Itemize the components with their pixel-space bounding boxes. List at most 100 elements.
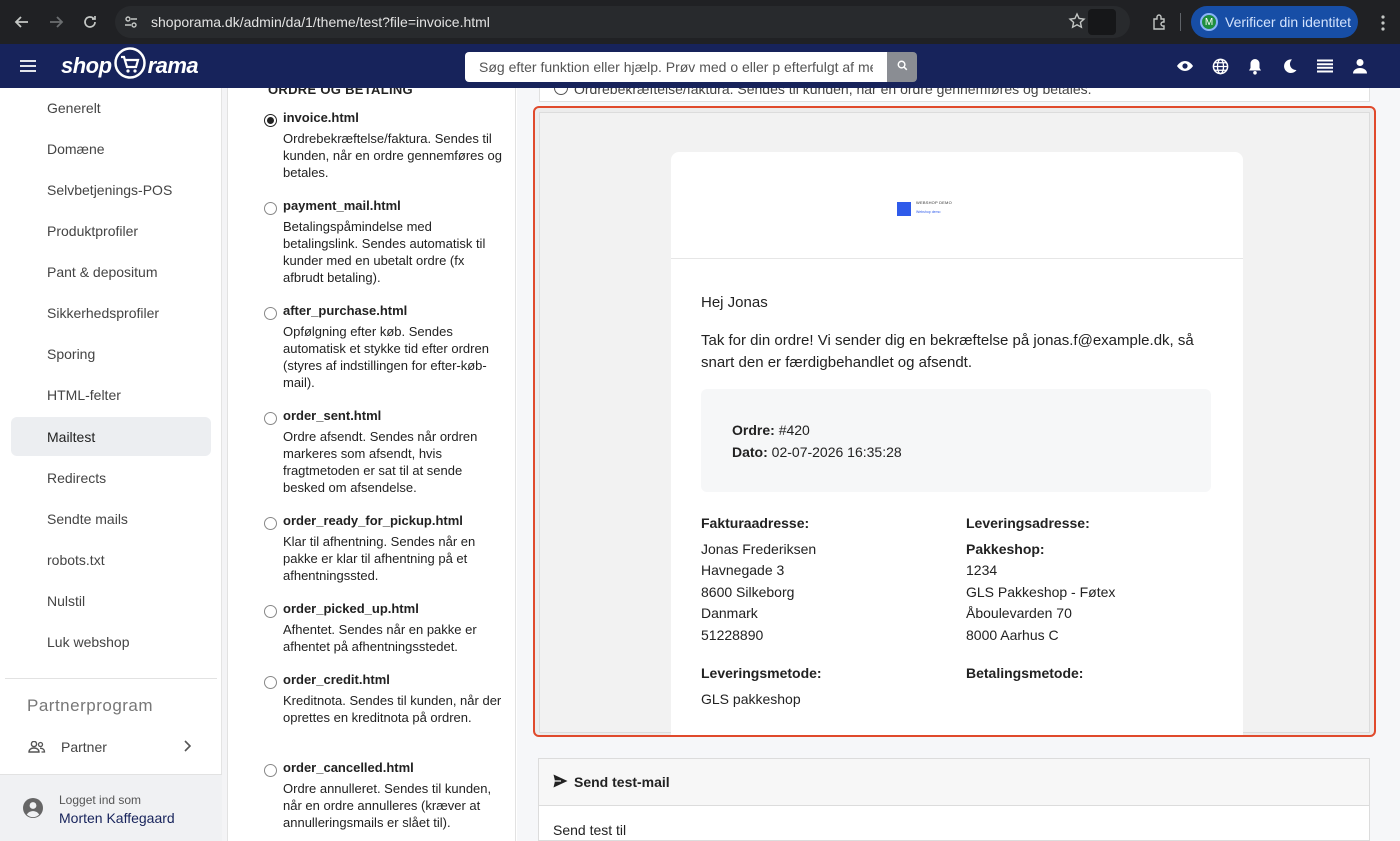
template-name: order_picked_up.html [283,601,419,616]
template-desc: Ordre annulleret. Sendes til kunden, når… [283,781,492,830]
account-circle-icon [22,797,44,824]
template-list: ORDRE OG BETALING invoice.html Ordrebekr… [229,88,516,841]
sidebar-item-label: Redirects [47,469,107,486]
reload-icon[interactable] [73,5,107,39]
email-logo-area: WEBSHOP DEMO Webshop demo [671,152,1243,259]
send-to-label: Send test til [553,822,627,838]
sidebar-item-label: Luk webshop [47,633,130,650]
sidebar-item-domaene[interactable]: Domæne [11,129,211,168]
sidebar-item-label: Pant & depositum [47,263,158,280]
sidebar-item-luk-webshop[interactable]: Luk webshop [11,622,211,661]
people-icon [13,741,61,753]
sidebar-item-label: Sendte mails [47,510,128,527]
order-date-row: Dato: 02-07-2026 16:35:28 [732,444,902,460]
template-radio[interactable] [264,202,277,215]
info-circle-icon [554,88,568,95]
send-test-mail-header: Send test-mail [539,759,1369,806]
template-name: order_ready_for_pickup.html [283,513,463,528]
search-input[interactable] [465,52,887,82]
sidebar-item-robots-txt[interactable]: robots.txt [11,540,211,579]
template-desc: Betalingspåmindelse med betalingslink. S… [283,219,486,285]
delivery-value: GLS pakkeshop [701,690,801,707]
billing-line: Danmark [701,605,758,621]
sidebar-item-label: Domæne [47,140,105,157]
verify-label: Verificer din identitet [1225,14,1352,30]
address-bar[interactable]: shoporama.dk/admin/da/1/theme/test?file=… [115,6,1130,38]
sidebar-item-mailtest[interactable]: Mailtest [11,417,211,456]
billing-line: Jonas Frederiksen [701,540,817,557]
search-button[interactable] [887,52,917,82]
menu-icon[interactable] [16,54,40,78]
shoporama-logo[interactable]: shop rama [61,46,199,86]
globe-icon[interactable] [1208,54,1232,78]
order-summary-box: Ordre: #420 Dato: 02-07-2026 16:35:28 [701,389,1211,492]
sidebar-item-redirects[interactable]: Redirects [11,458,211,497]
logged-in-box: Logget ind som Morten Kaffegaard [0,774,222,841]
header-search [465,52,917,82]
sidebar-item-html-felter[interactable]: HTML-felter [11,375,211,414]
bell-icon[interactable] [1243,54,1267,78]
billing-heading: Fakturaadresse: [701,515,810,531]
billing-address: Fakturaadresse: Jonas Frederiksen Havneg… [701,513,816,646]
order-number-row: Ordre: #420 [732,422,810,438]
bookmark-star-icon[interactable] [1068,12,1086,35]
email-greeting: Hej Jonas [701,294,768,311]
template-radio[interactable] [264,307,277,320]
verify-identity-button[interactable]: M Verificer din identitet [1191,6,1358,38]
url-text[interactable]: shoporama.dk/admin/da/1/theme/test?file=… [151,14,490,30]
template-group-heading: ORDRE OG BETALING [268,88,413,97]
template-desc: Klar til afhentning. Sendes når en pakke… [283,534,476,583]
layers-icon[interactable] [1313,54,1337,78]
email-thanks: Tak for din ordre! Vi sender dig en bekr… [701,332,1194,371]
cart-logo-icon [112,46,148,86]
sidebar-item-label: Mailtest [47,428,96,445]
template-desc: Ordrebekræftelse/faktura. Sendes til kun… [283,131,502,180]
extension-slot[interactable] [1088,9,1116,35]
sidebar-divider [5,678,217,679]
billing-line: 51228890 [701,626,764,643]
template-radio[interactable] [264,676,277,689]
chevron-right-icon [183,739,192,755]
user-name[interactable]: Morten Kaffegaard [59,810,175,826]
sidebar-item-produktprofiler[interactable]: Produktprofiler [11,211,211,250]
extensions-icon[interactable] [1143,5,1177,39]
template-radio[interactable] [264,412,277,425]
site-info-icon[interactable] [115,6,147,38]
sidebar-item-label: Nulstil [47,592,86,609]
back-icon[interactable] [5,5,39,39]
sidebar-item-sikkerhedsprofiler[interactable]: Sikkerhedsprofiler [11,293,211,332]
order-label: Ordre: [732,422,775,438]
header-icons [1173,54,1372,78]
sidebar-item-selvbetjenings-pos[interactable]: Selvbetjenings-POS [11,170,211,209]
email-preview[interactable]: WEBSHOP DEMO Webshop demo Hej Jonas Tak … [539,112,1370,735]
date-value: 02-07-2026 16:35:28 [771,444,902,460]
template-radio[interactable] [264,517,277,530]
sidebar: Generelt Domæne Selvbetjenings-POS Produ… [0,88,222,841]
template-radio[interactable] [264,764,277,777]
logged-in-label: Logget ind som [59,793,142,807]
shipping-line: 1234 [966,562,998,578]
template-radio[interactable] [264,114,277,127]
template-radio[interactable] [264,605,277,618]
payment-method: Betalingsmetode: [966,663,1083,689]
forward-icon[interactable] [39,5,73,39]
browser-menu-icon[interactable] [1366,6,1400,40]
eye-icon[interactable] [1173,54,1197,78]
template-desc: Opfølgning efter køb. Sendes automatisk … [283,324,489,390]
logo-text-left: shop [61,53,112,78]
send-test-mail-panel: Send test-mail Send test til [538,758,1370,841]
sidebar-item-label: Selvbetjenings-POS [47,181,173,198]
dark-mode-icon[interactable] [1278,54,1302,78]
sidebar-item-label: Sikkerhedsprofiler [47,304,160,321]
user-icon[interactable] [1348,54,1372,78]
shop-logo-title: WEBSHOP DEMO [916,200,952,205]
sidebar-item-pant-depositum[interactable]: Pant & depositum [11,252,211,291]
delivery-heading: Leveringsmetode: [701,665,822,681]
sidebar-item-sporing[interactable]: Sporing [11,334,211,373]
sidebar-item-sendte-mails[interactable]: Sendte mails [11,499,211,538]
template-name: payment_mail.html [283,198,401,213]
sidebar-item-partner[interactable]: Partner [11,728,211,766]
sidebar-item-nulstil[interactable]: Nulstil [11,581,211,620]
sidebar-item-label: Sporing [47,345,96,362]
sidebar-item-generelt[interactable]: Generelt [11,88,211,127]
